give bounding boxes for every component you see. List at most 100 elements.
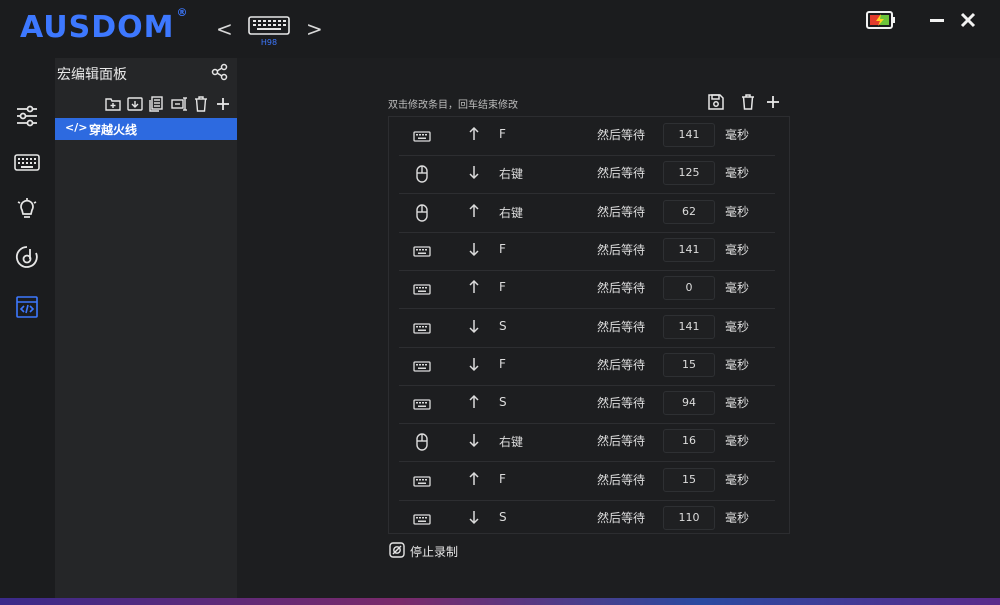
macro-step-row[interactable]: 右键 然后等待 62 毫秒 (399, 194, 775, 233)
keyboard-key-icon (413, 357, 431, 375)
macro-step-row[interactable]: 右键 然后等待 125 毫秒 (399, 155, 775, 195)
macro-step-list[interactable]: F 然后等待 141 毫秒 右键 然后等待 125 毫秒 右键 然后等待 62 毫秒 F 然后等待 141 毫… (388, 116, 790, 534)
add-row-icon[interactable] (765, 94, 781, 110)
step-key: F (499, 356, 506, 371)
step-unit-label: 毫秒 (725, 319, 750, 334)
add-icon[interactable] (215, 96, 231, 112)
arrow-down-icon (467, 241, 481, 257)
macro-step-row[interactable]: 右键 然后等待 16 毫秒 (399, 423, 775, 463)
macro-editor: 双击修改条目，回车结束修改 F 然后等待 141 毫秒 右键 然后等待 125 毫秒 右键 然后等… (237, 58, 1000, 605)
macro-step-row[interactable]: F 然后等待 15 毫秒 (399, 347, 775, 386)
step-unit-label: 毫秒 (725, 434, 750, 449)
code-icon: </> (65, 121, 88, 134)
arrow-down-icon (467, 164, 481, 180)
step-delay-field[interactable]: 125 (663, 161, 715, 186)
step-key: S (499, 395, 507, 410)
step-unit-label: 毫秒 (725, 472, 750, 487)
macro-step-row[interactable]: S 然后等待 94 毫秒 (399, 385, 775, 425)
step-unit-label: 毫秒 (725, 204, 750, 219)
bottom-glow (0, 598, 1000, 605)
record-icon (389, 542, 405, 558)
step-then-label: 然后等待 (597, 128, 646, 142)
mouse-icon (413, 433, 431, 452)
keyboard-key-icon (413, 280, 431, 298)
keyboard-key-icon (413, 510, 431, 528)
macro-step-row[interactable]: F 然后等待 0 毫秒 (399, 270, 775, 310)
macro-step-row[interactable]: F 然后等待 141 毫秒 (399, 117, 775, 156)
step-key: 右键 (499, 167, 524, 182)
step-delay-field[interactable]: 0 (663, 276, 715, 301)
arrow-down-icon (467, 432, 481, 448)
step-key: F (499, 471, 506, 486)
delete-row-icon[interactable] (740, 94, 756, 110)
dpi-icon[interactable] (14, 244, 40, 270)
step-delay-field[interactable]: 15 (663, 352, 715, 377)
keyboard-key-icon (413, 319, 431, 337)
keyboard-key-icon (413, 127, 431, 145)
sliders-icon[interactable] (14, 103, 40, 129)
arrow-down-icon (467, 509, 481, 525)
close-button[interactable] (959, 10, 977, 30)
mouse-icon (413, 203, 431, 222)
keyboard-icon[interactable] (14, 150, 40, 176)
rename-icon[interactable] (171, 96, 187, 112)
step-unit-label: 毫秒 (725, 281, 750, 296)
macro-icon[interactable] (14, 294, 40, 320)
step-then-label: 然后等待 (597, 357, 646, 372)
arrow-up-icon (467, 471, 481, 487)
prev-device-button[interactable]: < (216, 18, 233, 40)
brand-text: AUSDOM (20, 10, 175, 45)
step-delay-field[interactable]: 62 (663, 199, 715, 224)
save-icon[interactable] (708, 94, 724, 110)
step-unit-label: 毫秒 (725, 166, 750, 181)
arrow-down-icon (467, 318, 481, 334)
sidebar-item-macro[interactable]: </> 穿越火线 (55, 118, 237, 140)
device-label: H98 (260, 38, 278, 47)
step-delay-field[interactable]: 15 (663, 467, 715, 492)
step-delay-field[interactable]: 16 (663, 429, 715, 454)
mouse-icon (413, 165, 431, 183)
arrow-up-icon (467, 394, 481, 410)
sidebar-title: 宏编辑面板 (57, 67, 127, 83)
minimize-button[interactable] (928, 10, 946, 30)
copy-icon[interactable] (149, 96, 165, 112)
arrow-up-icon (467, 203, 481, 219)
step-delay-field[interactable]: 141 (663, 123, 715, 147)
share-icon[interactable] (211, 63, 229, 81)
brand-logo: AUSDOM ® (20, 6, 189, 45)
step-key: F (499, 241, 506, 256)
step-then-label: 然后等待 (597, 242, 646, 257)
step-key: F (499, 280, 506, 295)
step-key: F (499, 127, 506, 141)
keyboard-key-icon (413, 395, 431, 413)
step-key: 右键 (499, 435, 524, 450)
step-then-label: 然后等待 (597, 281, 646, 296)
step-then-label: 然后等待 (597, 396, 646, 411)
registered-mark: ® (176, 6, 189, 19)
step-delay-field[interactable]: 141 (663, 237, 715, 262)
step-unit-label: 毫秒 (725, 511, 750, 525)
macro-step-row[interactable]: S 然后等待 141 毫秒 (399, 309, 775, 348)
step-unit-label: 毫秒 (725, 128, 750, 142)
lightbulb-icon[interactable] (14, 196, 40, 222)
step-delay-field[interactable]: 94 (663, 391, 715, 416)
edit-hint: 双击修改条目，回车结束修改 (388, 100, 518, 111)
macro-step-row[interactable]: F 然后等待 141 毫秒 (399, 232, 775, 271)
step-then-label: 然后等待 (597, 204, 646, 219)
step-delay-field[interactable]: 141 (663, 314, 715, 339)
macro-step-row[interactable]: F 然后等待 15 毫秒 (399, 462, 775, 501)
stop-recording-label: 停止录制 (410, 545, 459, 559)
macro-step-row[interactable]: S 然后等待 110 毫秒 (399, 500, 775, 533)
arrow-down-icon (467, 356, 481, 372)
device-selector[interactable]: H98 (248, 14, 292, 48)
new-folder-icon[interactable] (105, 96, 121, 112)
step-delay-field[interactable]: 110 (663, 506, 715, 530)
delete-icon[interactable] (193, 96, 209, 112)
next-device-button[interactable]: > (306, 18, 323, 40)
step-key: S (499, 318, 507, 333)
step-then-label: 然后等待 (597, 166, 646, 181)
step-key: S (499, 510, 507, 524)
keyboard-key-icon (413, 242, 431, 260)
step-then-label: 然后等待 (597, 434, 646, 449)
import-icon[interactable] (127, 96, 143, 112)
